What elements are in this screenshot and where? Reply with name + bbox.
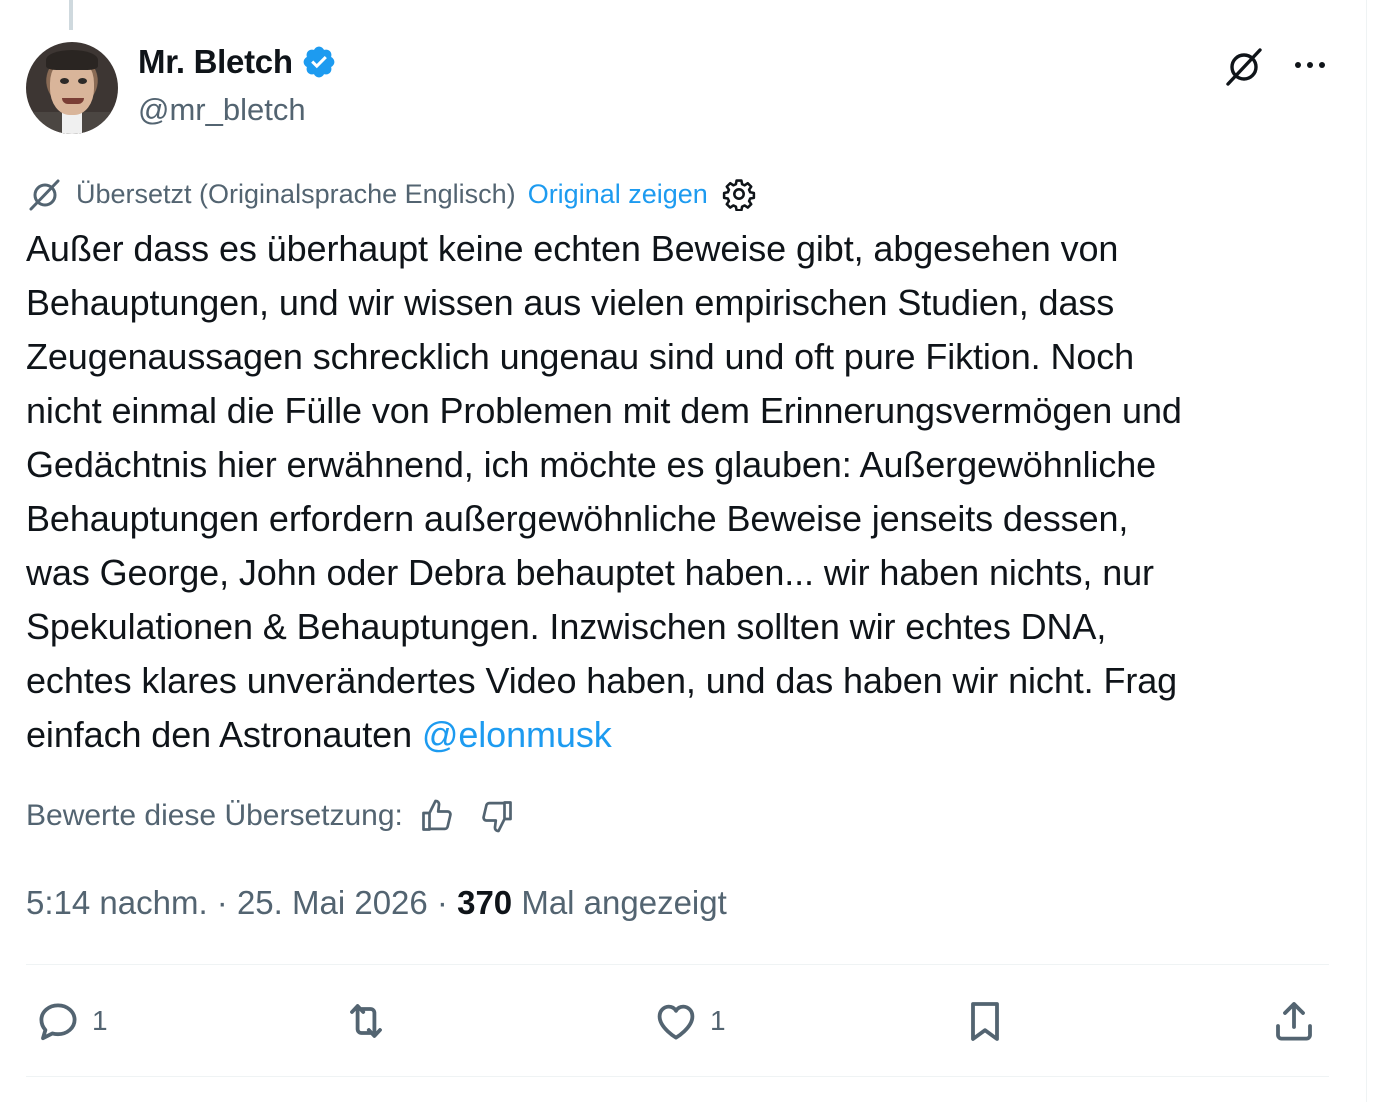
grok-translate-icon xyxy=(29,179,60,211)
verified-badge-icon xyxy=(303,46,335,78)
translation-label: Übersetzt (Originalsprache Englisch) xyxy=(76,178,516,209)
avatar[interactable] xyxy=(26,42,118,134)
divider xyxy=(26,964,1329,965)
meta-separator: · xyxy=(207,884,237,921)
reply-count: 1 xyxy=(92,1005,108,1036)
tweet-text: Außer dass es überhaupt keine echten Bew… xyxy=(26,222,1346,762)
tweet-time[interactable]: 5:14 nachm. xyxy=(26,884,208,922)
thumbs-up-icon[interactable] xyxy=(419,798,455,834)
author-name-row[interactable]: Mr. Bletch xyxy=(138,43,337,81)
meta-separator: · xyxy=(427,884,458,921)
share-icon xyxy=(1276,1002,1312,1041)
column-border xyxy=(1366,0,1367,1102)
more-icon[interactable] xyxy=(1290,50,1330,80)
views-label: Mal angezeigt xyxy=(512,884,727,921)
grok-icon[interactable] xyxy=(1222,44,1266,88)
author-handle[interactable]: @mr_bletch xyxy=(138,92,306,128)
retweet-icon xyxy=(350,1004,382,1038)
like-count: 1 xyxy=(710,1005,726,1036)
heart-icon xyxy=(657,1004,695,1040)
tweet-meta: 5:14 nachm. · 25. Mai 2026 · 370 Mal ang… xyxy=(26,880,727,926)
show-original-link[interactable]: Original zeigen xyxy=(528,179,708,210)
thread-connector-line xyxy=(69,0,73,30)
translation-notice: Übersetzt (Originalsprache Englisch) Ori… xyxy=(26,172,756,216)
reply-button[interactable]: 1 xyxy=(34,990,108,1052)
tweet-date[interactable]: 25. Mai 2026 xyxy=(237,884,428,922)
translation-rating: Bewerte diese Übersetzung: xyxy=(26,793,515,839)
gear-icon[interactable] xyxy=(722,177,756,211)
bookmark-button[interactable] xyxy=(961,990,1009,1052)
views-count: 370 xyxy=(457,884,513,921)
tweet-header: Mr. Bletch @mr_bletch xyxy=(26,40,1336,136)
divider xyxy=(26,1076,1329,1077)
share-button[interactable] xyxy=(1270,990,1318,1052)
rating-label: Bewerte diese Übersetzung: xyxy=(26,799,403,832)
author-display-name[interactable]: Mr. Bletch xyxy=(138,43,293,81)
mention-link[interactable]: @elonmusk xyxy=(422,714,612,755)
tweet-actions: 1 1 xyxy=(26,990,1336,1052)
bookmark-icon xyxy=(971,1002,999,1041)
reply-icon xyxy=(39,1003,77,1041)
like-button[interactable]: 1 xyxy=(652,990,726,1052)
retweet-button[interactable] xyxy=(342,990,390,1052)
thumbs-down-icon[interactable] xyxy=(479,798,515,834)
tweet-body: Außer dass es überhaupt keine echten Bew… xyxy=(26,228,1182,755)
